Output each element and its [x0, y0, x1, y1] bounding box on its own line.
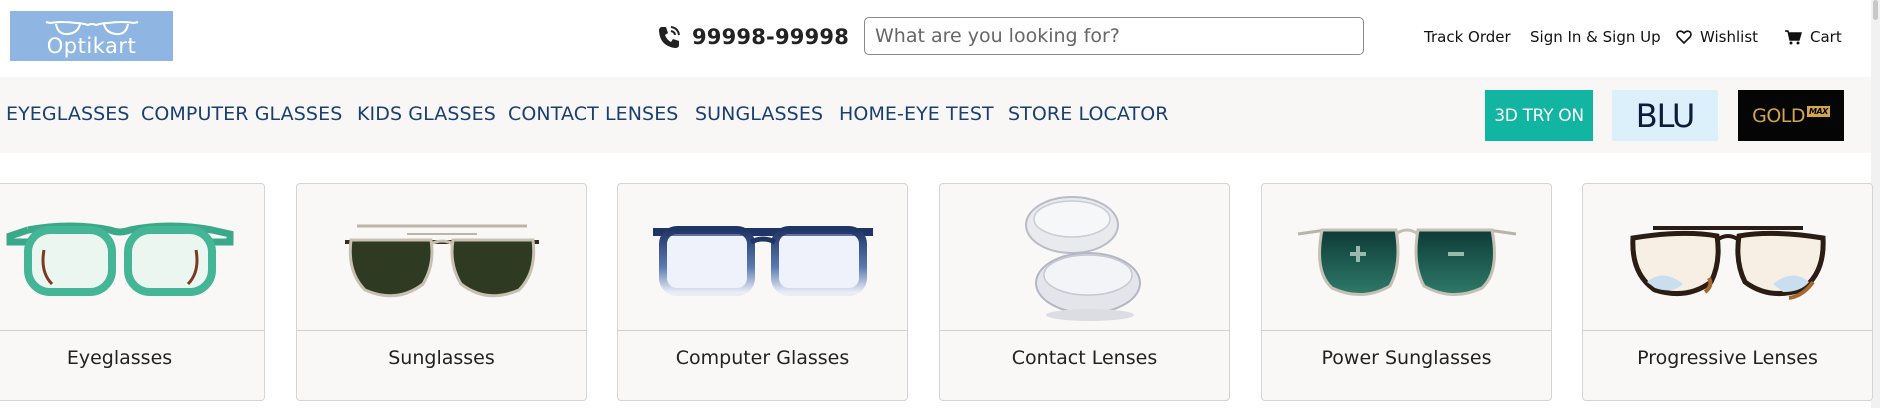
- progressive-lenses-image: [1583, 184, 1872, 329]
- blu-label: BLU: [1635, 96, 1696, 135]
- logo-text: Optikart: [46, 33, 137, 58]
- card-divider: [297, 330, 586, 331]
- gold-max-tag: MAX: [1807, 106, 1830, 117]
- category-card-sunglasses[interactable]: Sunglasses: [296, 183, 587, 401]
- phone-icon: [659, 26, 680, 48]
- cart-label: Cart: [1810, 28, 1842, 46]
- category-label: Eyeglasses: [66, 347, 173, 369]
- track-order-link[interactable]: Track Order: [1424, 26, 1511, 48]
- category-label: Progressive Lenses: [1637, 347, 1818, 369]
- heart-icon: [1676, 30, 1692, 44]
- card-divider: [1583, 330, 1872, 331]
- card-divider: [1262, 330, 1551, 331]
- wishlist-link[interactable]: Wishlist: [1676, 26, 1758, 48]
- search-input[interactable]: [864, 17, 1364, 55]
- category-card-power-sunglasses[interactable]: Power Sunglasses: [1261, 183, 1552, 401]
- category-card-contact-lenses[interactable]: Contact Lenses: [939, 183, 1230, 401]
- card-divider: [0, 330, 264, 331]
- category-card-progressive-lenses[interactable]: Progressive Lenses: [1582, 183, 1873, 401]
- site-header: Optikart 99998-99998 Track Order Sign In…: [0, 0, 1880, 77]
- contact-lenses-image: [940, 184, 1229, 329]
- scrollbar-thumb[interactable]: [1873, 0, 1878, 20]
- 3d-try-on-button[interactable]: 3D TRY ON: [1485, 90, 1593, 141]
- blu-button[interactable]: BLU: [1612, 90, 1718, 141]
- nav-store-locator[interactable]: STORE LOCATOR: [1008, 103, 1169, 125]
- nav-sunglasses[interactable]: SUNGLASSES: [695, 103, 823, 125]
- category-label: Computer Glasses: [675, 347, 850, 369]
- nav-eyeglasses[interactable]: EYEGLASSES: [6, 103, 130, 125]
- category-label: Power Sunglasses: [1321, 347, 1492, 369]
- green-eyeglasses-image: [0, 184, 264, 329]
- card-divider: [940, 330, 1229, 331]
- category-card-eyeglasses[interactable]: Eyeglasses: [0, 183, 265, 401]
- track-order-label: Track Order: [1424, 28, 1511, 46]
- logo[interactable]: Optikart: [10, 11, 173, 61]
- category-label: Sunglasses: [388, 347, 495, 369]
- main-nav: EYEGLASSES COMPUTER GLASSES KIDS GLASSES…: [0, 77, 1871, 153]
- nav-home-eye-test[interactable]: HOME-EYE TEST: [839, 103, 994, 125]
- phone-number: 99998-99998: [692, 25, 850, 49]
- phone-contact[interactable]: 99998-99998: [656, 22, 849, 52]
- nav-contact-lenses[interactable]: CONTACT LENSES: [508, 103, 678, 125]
- nav-kids-glasses[interactable]: KIDS GLASSES: [357, 103, 496, 125]
- category-card-computer-glasses[interactable]: Computer Glasses: [617, 183, 908, 401]
- sign-in-link[interactable]: Sign In & Sign Up: [1530, 26, 1661, 48]
- sign-in-label: Sign In & Sign Up: [1530, 28, 1661, 46]
- power-sunglasses-image: [1262, 184, 1551, 329]
- blue-computer-glasses-image: [618, 184, 907, 329]
- cart-link[interactable]: Cart: [1784, 26, 1842, 48]
- nav-computer-glasses[interactable]: COMPUTER GLASSES: [141, 103, 342, 125]
- aviator-sunglasses-image: [297, 184, 586, 329]
- wishlist-label: Wishlist: [1700, 28, 1759, 46]
- card-divider: [618, 330, 907, 331]
- cart-icon: [1785, 30, 1802, 45]
- gold-max-button[interactable]: GOLD MAX: [1738, 90, 1844, 141]
- category-label: Contact Lenses: [1011, 347, 1158, 369]
- 3d-try-on-label: 3D TRY ON: [1494, 105, 1584, 126]
- gold-label: GOLD: [1752, 104, 1806, 127]
